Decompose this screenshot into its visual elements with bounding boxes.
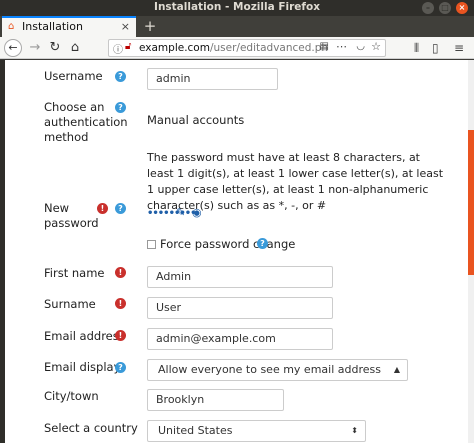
auth-method-value: Manual accounts: [147, 113, 245, 127]
bookmark-star-icon[interactable]: ☆: [371, 40, 381, 53]
auth-label-line: authentication: [44, 115, 128, 129]
tab-title: Installation: [22, 20, 83, 33]
url-text[interactable]: example.com/user/editadvanced.ph: [139, 42, 328, 54]
username-label: Username: [44, 69, 103, 83]
close-window-button[interactable]: ×: [456, 2, 468, 14]
new-password-label-line: password: [44, 216, 99, 230]
force-password-change-checkbox[interactable]: [147, 240, 156, 249]
site-info-icon[interactable]: ⓘ: [113, 41, 123, 56]
insecure-lock-icon[interactable]: 🔓︎: [125, 41, 131, 52]
city-field[interactable]: Brooklyn: [147, 389, 284, 411]
maximize-button[interactable]: □: [439, 2, 451, 14]
password-policy-text: The password must have at least 8 charac…: [147, 151, 444, 212]
email-display-select[interactable]: Allow everyone to see my email address ▲: [147, 359, 408, 381]
required-icon: !: [115, 267, 126, 278]
required-icon: !: [97, 203, 108, 214]
email-label: Email address: [44, 329, 125, 343]
tab-strip: ⌂ Installation × +: [0, 16, 474, 37]
select-arrows-icon: ▲: [393, 365, 400, 374]
library-icon[interactable]: ⫴: [414, 39, 419, 57]
url-path: /user/editadvanced.ph: [209, 42, 329, 54]
new-tab-button[interactable]: +: [140, 16, 160, 37]
menu-icon[interactable]: ≡: [454, 39, 464, 57]
required-icon: !: [115, 330, 126, 341]
country-selected: United States: [158, 424, 233, 437]
scrollbar[interactable]: [468, 60, 474, 443]
tab-installation[interactable]: ⌂ Installation ×: [2, 16, 136, 37]
select-arrows-icon: ⬍: [351, 426, 358, 435]
tab-close-icon[interactable]: ×: [121, 20, 130, 33]
scrollbar-thumb[interactable]: [468, 130, 474, 275]
email-display-label: Email display: [44, 360, 121, 374]
city-label: City/town: [44, 389, 99, 403]
new-password-label: New password: [44, 201, 99, 231]
navigation-toolbar: ← → ↻ ⌂ ⓘ 🔓︎ example.com/user/editadvanc…: [0, 37, 474, 59]
window-controls: – □ ×: [422, 2, 468, 14]
username-field[interactable]: admin: [147, 68, 278, 90]
first-name-label: First name: [44, 266, 105, 280]
sidebar-icon[interactable]: ▯: [432, 39, 439, 57]
country-label: Select a country: [44, 421, 138, 435]
email-field[interactable]: admin@example.com: [147, 328, 333, 350]
required-icon: !: [115, 298, 126, 309]
help-icon[interactable]: ?: [115, 102, 126, 113]
page-actions-icon[interactable]: ⋯: [336, 40, 347, 53]
force-password-change-label[interactable]: Force password change: [160, 237, 295, 251]
auth-label-line: method: [44, 130, 89, 144]
country-select[interactable]: United States ⬍: [147, 420, 366, 442]
new-password-masked[interactable]: •••••••••: [147, 208, 197, 219]
home-icon[interactable]: ⌂: [66, 39, 84, 57]
url-host: example.com: [139, 42, 210, 54]
reveal-password-icon[interactable]: ◉: [192, 206, 202, 219]
first-name-field[interactable]: Admin: [147, 266, 333, 288]
forward-icon[interactable]: →: [26, 39, 44, 57]
pocket-icon[interactable]: ◡: [356, 41, 365, 52]
window-title: Installation - Mozilla Firefox: [154, 1, 320, 13]
back-icon[interactable]: ←: [4, 39, 22, 57]
reader-view-icon[interactable]: ▤: [320, 41, 329, 52]
email-display-selected: Allow everyone to see my email address: [158, 363, 381, 376]
reload-icon[interactable]: ↻: [46, 39, 64, 57]
url-bar[interactable]: ⓘ 🔓︎ example.com/user/editadvanced.ph ▤ …: [108, 39, 386, 57]
surname-field[interactable]: User: [147, 297, 333, 319]
favicon-icon: ⌂: [8, 21, 15, 32]
page-content: Username ? admin Choose an authenticatio…: [0, 60, 474, 443]
minimize-button[interactable]: –: [422, 2, 434, 14]
help-icon[interactable]: ?: [115, 203, 126, 214]
edit-password-icon[interactable]: ✎: [176, 206, 185, 219]
surname-label: Surname: [44, 297, 96, 311]
window-titlebar: Installation - Mozilla Firefox – □ ×: [0, 0, 474, 16]
window-left-edge: [0, 60, 5, 443]
new-password-label-line: New: [44, 201, 70, 215]
help-icon[interactable]: ?: [115, 362, 126, 373]
help-icon[interactable]: ?: [257, 238, 268, 249]
help-icon[interactable]: ?: [115, 71, 126, 82]
